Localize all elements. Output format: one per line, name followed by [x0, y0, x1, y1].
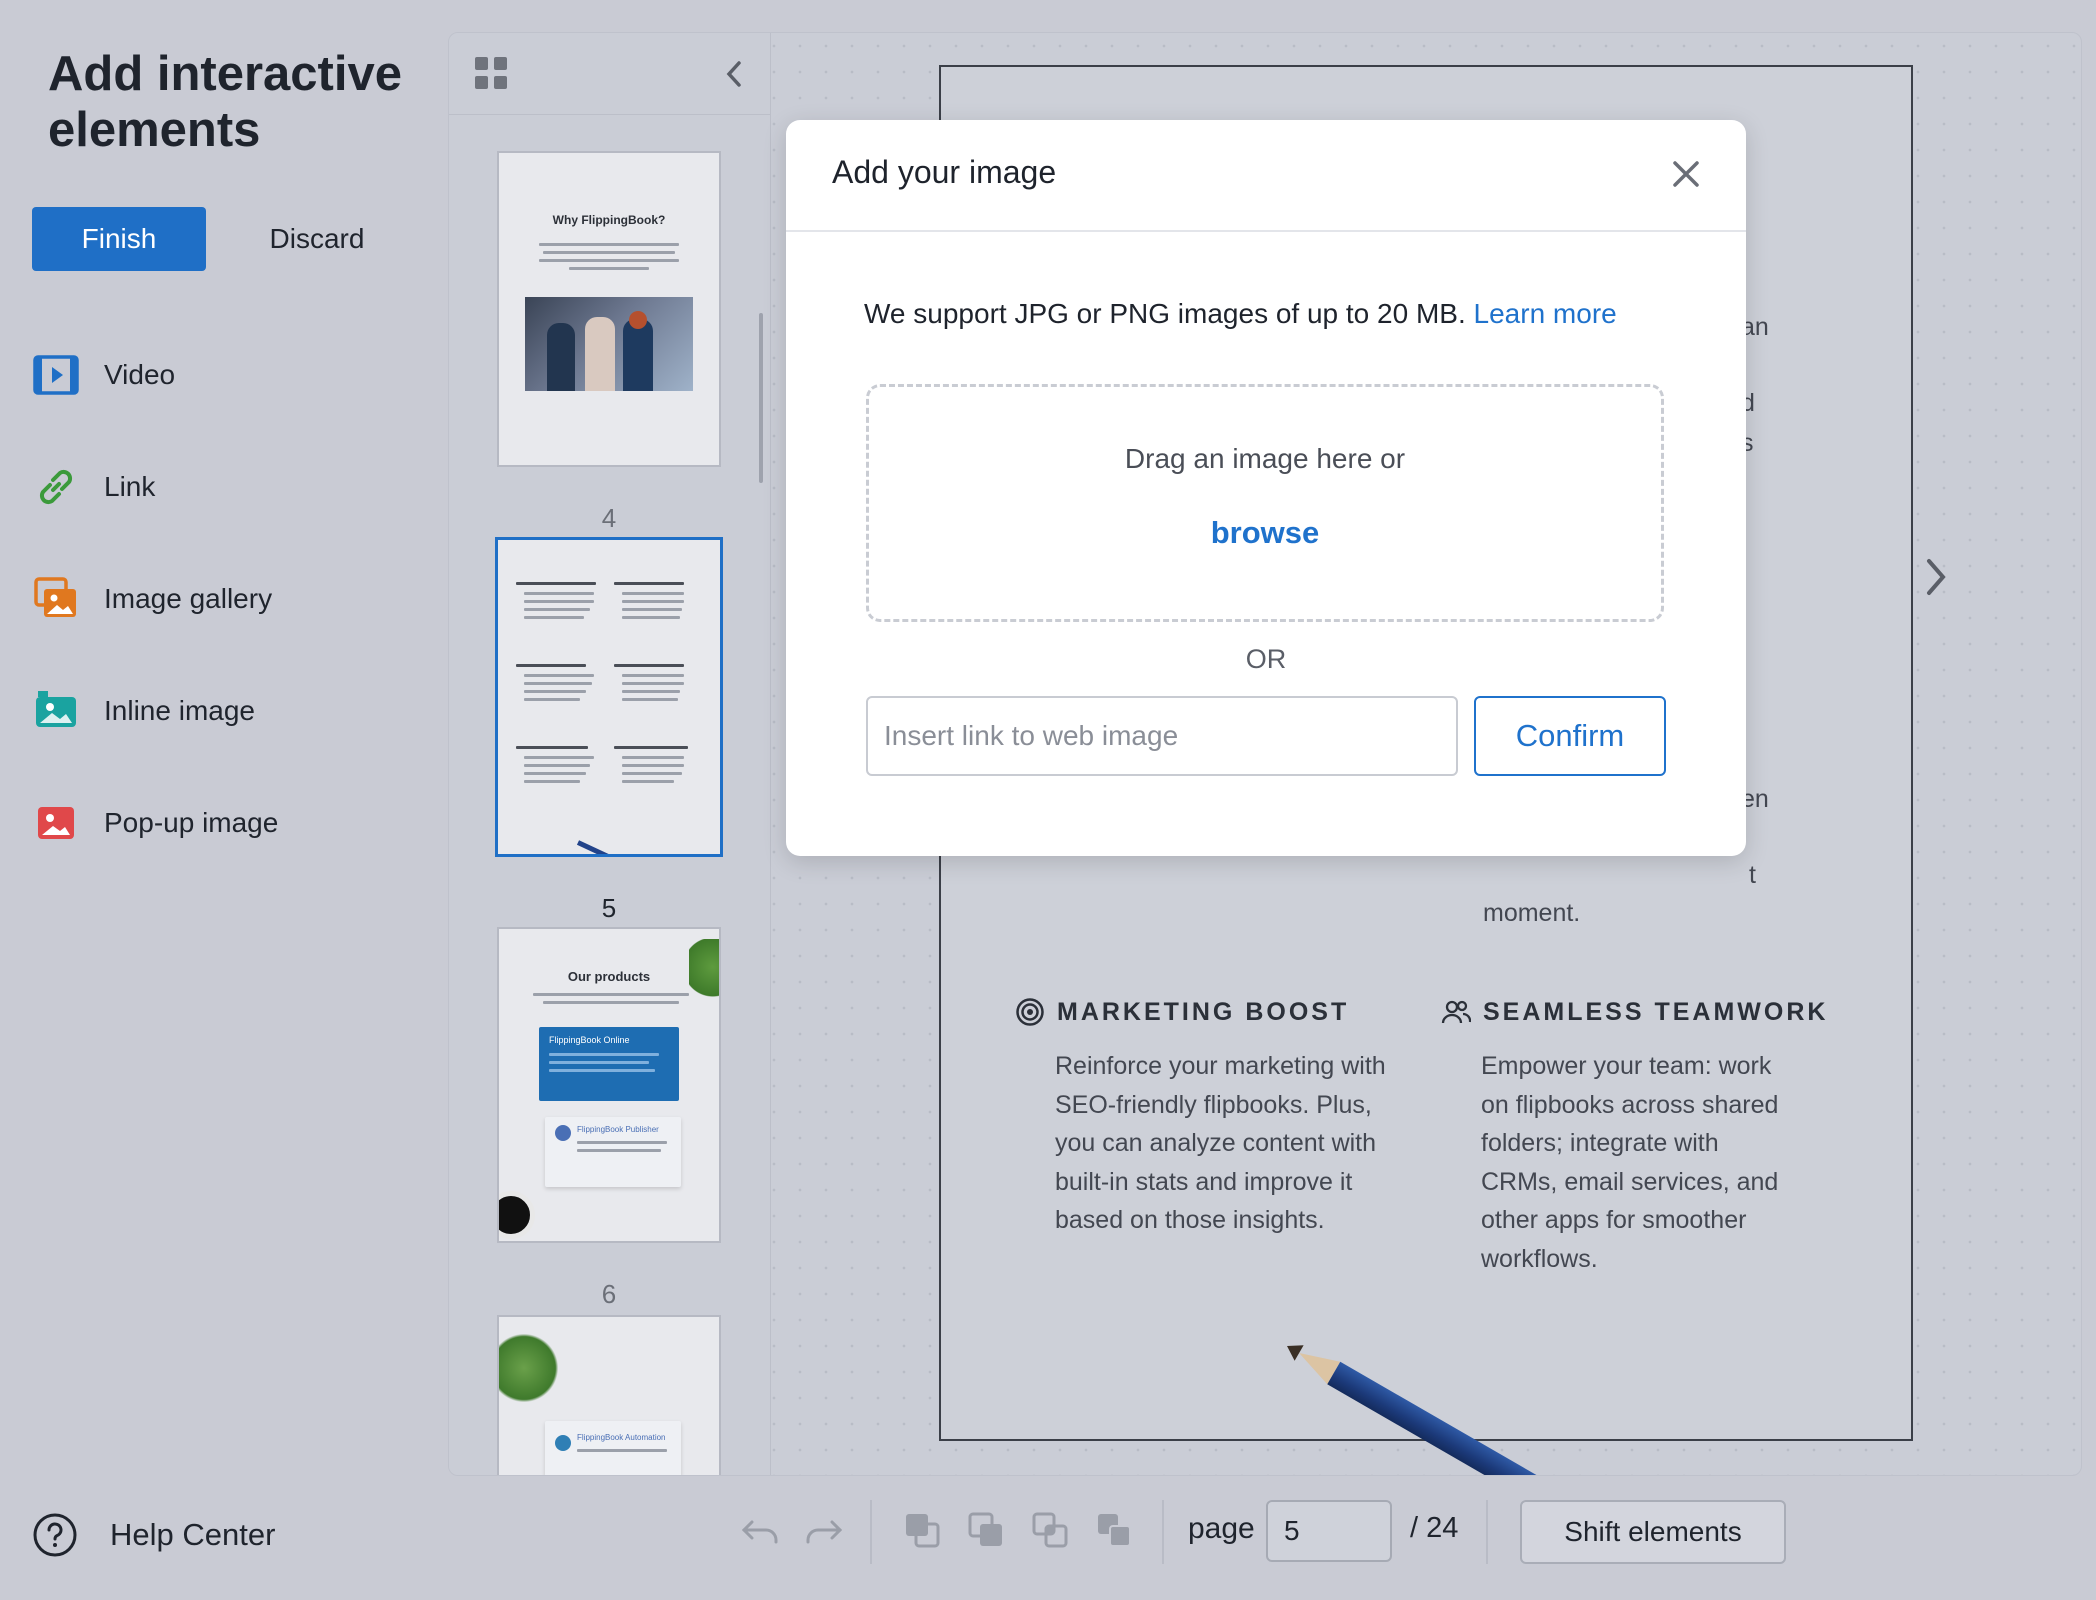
product-card-publisher: FlippingBook Publisher [545, 1117, 681, 1187]
tool-label: Pop-up image [104, 807, 279, 838]
shift-elements-button[interactable]: Shift elements [1520, 1500, 1786, 1564]
toolbar-divider [870, 1500, 872, 1564]
dialog-divider [786, 230, 1746, 232]
thumbnail-photo [525, 297, 693, 391]
tool-item-popup-image[interactable]: Pop-up image [32, 793, 412, 853]
page-thumbnail-5[interactable] [495, 537, 723, 857]
page-thumbnail-7[interactable]: FlippingBook Automation [497, 1315, 721, 1475]
page-thumbnail-4[interactable]: Why FlippingBook? [497, 151, 721, 467]
thumbnail-page-number: 4 [601, 503, 617, 533]
pencil-illustration [1280, 1333, 1618, 1475]
redo-icon[interactable] [802, 1508, 846, 1552]
thumbnail-title: Our products [567, 969, 651, 984]
chevron-right-icon[interactable] [1919, 551, 1953, 603]
page-total: / 24 [1410, 1512, 1459, 1544]
thumbnail-title: Why FlippingBook? [552, 213, 666, 227]
thumbnail-strip: Why FlippingBook? 4 5 Our products Flipp… [449, 33, 771, 1475]
help-icon [32, 1512, 78, 1558]
tool-item-image-gallery[interactable]: Image gallery [32, 569, 412, 629]
toolbar-divider [1162, 1500, 1164, 1564]
finish-button[interactable]: Finish [32, 207, 206, 271]
product-card-label: FlippingBook Publisher [577, 1125, 659, 1134]
image-url-input[interactable] [866, 696, 1458, 776]
discard-button[interactable]: Discard [242, 207, 392, 271]
page-label: page [1188, 1512, 1255, 1545]
product-card-label: FlippingBook Automation [577, 1433, 666, 1442]
target-icon [1015, 997, 1045, 1027]
section-body-seamless-teamwork: Empower your team: work on flipbooks acr… [1481, 1052, 1779, 1273]
thumbnail-page-number: 5 [601, 893, 617, 923]
inline-image-icon [32, 687, 80, 735]
tool-label: Video [104, 359, 176, 390]
video-icon [32, 351, 80, 399]
popup-image-icon [32, 799, 80, 847]
tool-label: Link [104, 471, 156, 502]
help-label: Help Center [110, 1517, 276, 1552]
undo-icon[interactable] [738, 1508, 782, 1552]
confirm-button[interactable]: Confirm [1474, 696, 1666, 776]
dialog-title: Add your image [832, 154, 1057, 190]
text-fragment: moment. [1483, 899, 1581, 927]
section-heading-marketing-boost: MARKETING BOOST [1015, 997, 1349, 1027]
section-heading-seamless-teamwork: SEAMLESS TEAMWORK [1441, 997, 1828, 1027]
drag-hint: Drag an image here or [1124, 443, 1406, 474]
tool-item-link[interactable]: Link [32, 457, 412, 517]
tool-label: Image gallery [104, 583, 273, 614]
team-icon [1441, 997, 1472, 1027]
bring-to-front-icon[interactable] [900, 1508, 944, 1552]
link-icon [32, 463, 80, 511]
product-card-automation: FlippingBook Automation [545, 1421, 681, 1475]
thumbnail-page-number: 6 [601, 1279, 617, 1309]
bring-forward-icon[interactable] [964, 1508, 1008, 1552]
learn-more-link[interactable]: Learn more [1474, 298, 1617, 329]
thumbnail-header [449, 33, 771, 115]
help-center-link[interactable]: Help Center [32, 1506, 275, 1564]
toolbar-divider [1486, 1500, 1488, 1564]
chevron-left-icon[interactable] [719, 57, 749, 91]
image-gallery-icon [32, 575, 80, 623]
image-drop-zone[interactable]: Drag an image here or browse [866, 384, 1664, 622]
or-separator: OR [1245, 644, 1287, 674]
tool-item-video[interactable]: Video [32, 345, 412, 405]
close-icon[interactable] [1670, 158, 1702, 190]
text-fragment: t [1749, 861, 1756, 889]
page-title: Add interactive elements [48, 47, 402, 157]
browse-link[interactable]: browse [869, 515, 1661, 551]
tool-item-inline-image[interactable]: Inline image [32, 681, 412, 741]
page-thumbnail-6[interactable]: Our products FlippingBook Online Flippin… [497, 927, 721, 1243]
send-backward-icon[interactable] [1028, 1508, 1072, 1552]
tool-label: Inline image [104, 695, 255, 726]
add-image-dialog: Add your image We support JPG or PNG ima… [786, 120, 1746, 856]
send-to-back-icon[interactable] [1092, 1508, 1136, 1552]
thumbnail-scrollbar[interactable] [759, 313, 763, 483]
product-card-label: FlippingBook Online [549, 1035, 630, 1045]
page-number-input[interactable] [1266, 1500, 1392, 1562]
support-text: We support JPG or PNG images of up to 20… [864, 298, 1617, 329]
section-body-marketing-boost: Reinforce your marketing with SEO-friend… [1055, 1052, 1386, 1234]
grid-view-icon[interactable] [473, 55, 509, 91]
product-card-online: FlippingBook Online [539, 1027, 679, 1101]
